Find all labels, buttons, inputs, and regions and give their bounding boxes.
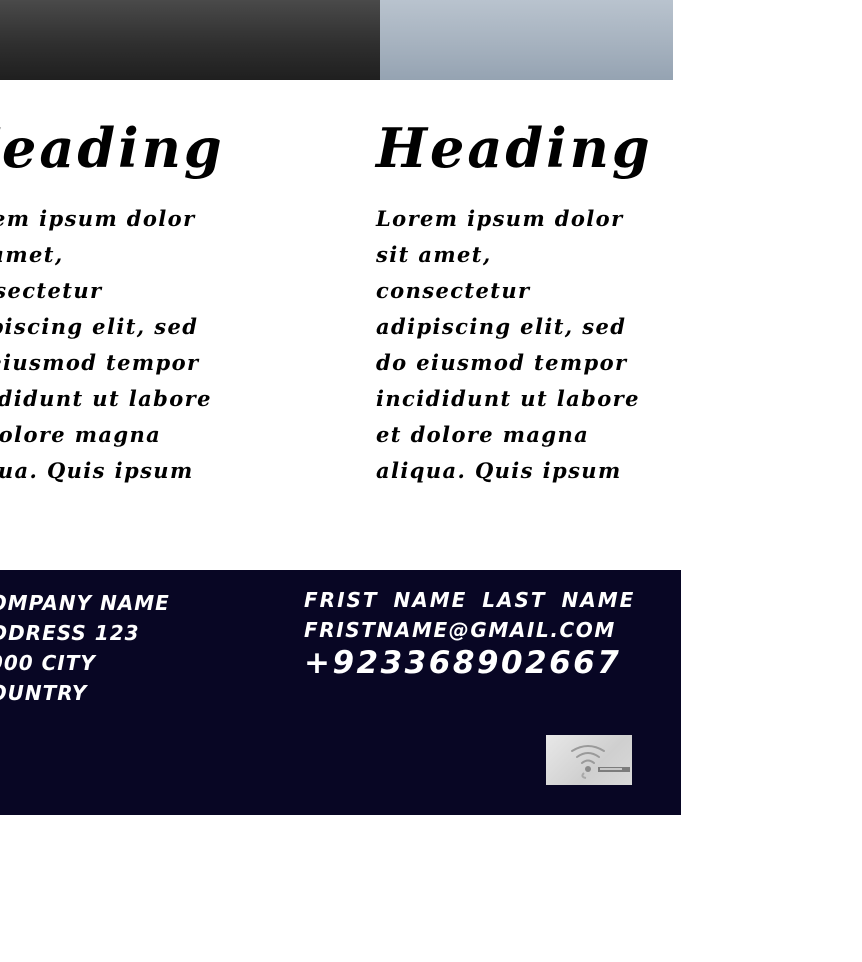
left-body-line: sit amet, (0, 242, 64, 267)
wifi-image (546, 735, 632, 785)
company-city: 1000 CITY (0, 651, 96, 675)
company-country: COUNTRY (0, 681, 88, 705)
left-heading: Heading (0, 116, 225, 180)
right-body-text: Lorem ipsum dolor sit amet, consectetur … (376, 201, 676, 489)
right-body-line: sit amet, (376, 242, 492, 267)
right-body-line: do eiusmod tempor (376, 350, 628, 375)
left-body-line: do eiusmod tempor (0, 350, 200, 375)
left-body-line: adipiscing elit, sed (0, 314, 199, 339)
right-body-line: et dolore magna (376, 422, 590, 447)
right-heading: Heading (376, 116, 653, 180)
left-body-line: Lorem ipsum dolor (0, 206, 196, 231)
page: Heading Lorem ipsum dolor sit amet, cons… (0, 0, 862, 962)
left-body-text: Lorem ipsum dolor sit amet, consectetur … (0, 201, 248, 489)
right-body-line: aliqua. Quis ipsum (376, 458, 622, 483)
left-body-line: consectetur (0, 278, 103, 303)
company-block: COMPANY NAME ADDRESS 123 1000 CITY COUNT… (0, 588, 170, 708)
wifi-icon (571, 745, 630, 779)
right-body-line: consectetur (376, 278, 531, 303)
contact-phone: +923368902667 (304, 645, 622, 681)
header-light-band (380, 0, 673, 80)
right-body-line: adipiscing elit, sed (376, 314, 627, 339)
company-address: ADDRESS 123 (0, 621, 140, 645)
footer-band: COMPANY NAME ADDRESS 123 1000 CITY COUNT… (0, 570, 681, 815)
company-name: COMPANY NAME (0, 591, 170, 615)
right-column: Heading Lorem ipsum dolor sit amet, cons… (376, 112, 676, 489)
right-body-line: incididunt ut labore (376, 386, 640, 411)
contact-name: FRIST NAME LAST NAME (304, 588, 636, 612)
left-body-line: et dolore magna (0, 422, 162, 447)
left-body-line: aliqua. Quis ipsum (0, 458, 194, 483)
contact-block: FRIST NAME LAST NAME FRISTNAME@GMAIL.COM… (304, 586, 635, 680)
header-dark-band (0, 0, 380, 80)
left-body-line: incididunt ut labore (0, 386, 212, 411)
left-column: Heading Lorem ipsum dolor sit amet, cons… (0, 112, 248, 489)
contact-email: FRISTNAME@GMAIL.COM (304, 618, 616, 642)
right-body-line: Lorem ipsum dolor (376, 206, 624, 231)
